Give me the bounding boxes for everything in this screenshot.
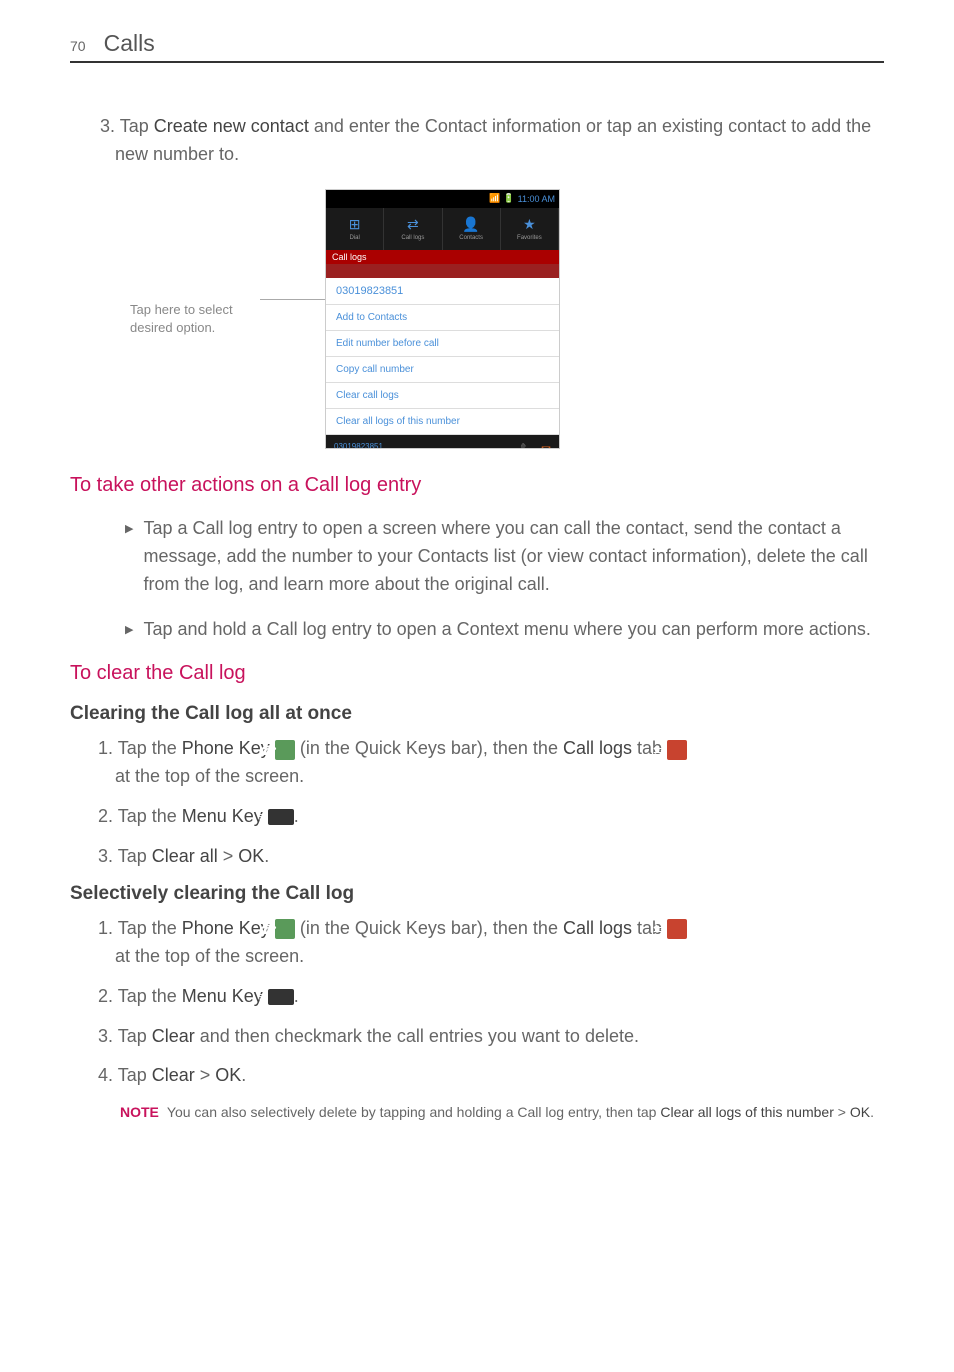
dial-tab[interactable]: ⊞ Dial xyxy=(326,208,384,250)
header-title: Calls xyxy=(104,30,155,57)
annotation-label: Tap here to select desired option. xyxy=(130,301,260,337)
log-icons: 📞 ✉ xyxy=(520,443,551,449)
bullet-arrow-icon: ▶ xyxy=(125,522,133,535)
step-3b: 3. Tap Clear and then checkmark the call… xyxy=(70,1023,884,1051)
step-1b: 1. Tap the Phone Key (in the Quick Keys … xyxy=(70,915,884,971)
favorites-label: Favorites xyxy=(517,235,542,241)
note-block: NOTE You can also selectively delete by … xyxy=(120,1102,884,1123)
bullet-text: Tap a Call log entry to open a screen wh… xyxy=(143,515,884,599)
status-bar: 📶 🔋 11:00 AM xyxy=(326,190,559,208)
bullet-item: ▶ Tap a Call log entry to open a screen … xyxy=(125,515,884,599)
log-entry-text: 03019823851 Received call xyxy=(334,442,383,449)
step-1: 1. Tap the Phone Key (in the Quick Keys … xyxy=(70,735,884,791)
contacts-tab[interactable]: 👤 Contacts xyxy=(443,208,501,250)
step-bold: Create new contact xyxy=(154,116,309,136)
favorites-icon: ★ xyxy=(523,216,536,233)
bracket-icon xyxy=(325,305,330,330)
signal-icon: 📶 xyxy=(489,193,500,204)
step-2b: 2. Tap the Menu Key . xyxy=(70,983,884,1011)
note-label: NOTE xyxy=(120,1102,159,1123)
dial-label: Dial xyxy=(349,235,359,241)
menu-add-contacts[interactable]: Add to Contacts xyxy=(326,305,559,331)
section-take-actions-heading: To take other actions on a Call log entr… xyxy=(70,474,884,497)
time-display: 11:00 AM xyxy=(518,194,555,204)
menu-clear-logs[interactable]: Clear call logs xyxy=(326,383,559,409)
step-2: 2. Tap the Menu Key . xyxy=(70,803,884,831)
bullet-arrow-icon: ▶ xyxy=(125,623,133,636)
calllogs-icon: ⇄ xyxy=(407,216,419,233)
contacts-icon: 👤 xyxy=(462,216,479,233)
phone-screenshot: 📶 🔋 11:00 AM ⊞ Dial ⇄ Call logs 👤 Contacts … xyxy=(325,189,560,449)
phone-icon[interactable]: 📞 xyxy=(520,443,535,449)
menu-clear-all-logs[interactable]: Clear all logs of this number xyxy=(326,409,559,435)
note-text: You can also selectively delete by tappi… xyxy=(167,1102,884,1123)
step-4b: 4. Tap Clear > OK. xyxy=(70,1062,884,1090)
bracket-icon xyxy=(325,409,330,434)
log-entry-1[interactable]: 03019823851 Received call 📞 ✉ xyxy=(326,435,559,449)
mail-icon[interactable]: ✉ xyxy=(541,443,551,449)
favorites-tab[interactable]: ★ Favorites xyxy=(501,208,559,250)
section-clear-log-heading: To clear the Call log xyxy=(70,662,884,685)
dial-icon: ⊞ xyxy=(349,216,361,233)
intro-step: 3. Tap Create new contact and enter the … xyxy=(100,113,884,169)
menu-key-icon xyxy=(268,809,294,825)
battery-icon: 🔋 xyxy=(503,193,514,204)
menu-edit-number[interactable]: Edit number before call xyxy=(326,331,559,357)
phone-tab-bar: ⊞ Dial ⇄ Call logs 👤 Contacts ★ Favorites xyxy=(326,208,559,250)
bracket-icon xyxy=(325,357,330,382)
phone-key-icon xyxy=(275,919,295,939)
calllogs-tab-icon xyxy=(667,740,687,760)
annotation-line xyxy=(260,299,325,300)
subsection-clear-all-heading: Clearing the Call log all at once xyxy=(70,703,884,725)
contacts-label: Contacts xyxy=(459,235,483,241)
bullet-item: ▶ Tap and hold a Call log entry to open … xyxy=(125,616,884,644)
menu-copy-number[interactable]: Copy call number xyxy=(326,357,559,383)
calllogs-tab[interactable]: ⇄ Call logs xyxy=(384,208,442,250)
number-row xyxy=(326,264,559,278)
bullet-text: Tap and hold a Call log entry to open a … xyxy=(143,616,884,644)
step-3: 3. Tap Clear all > OK. xyxy=(70,843,884,871)
step-prefix: Tap xyxy=(120,116,154,136)
number-display: 03019823851 xyxy=(326,278,559,305)
subsection-selective-heading: Selectively clearing the Call log xyxy=(70,883,884,905)
screenshot-container: Tap here to select desired option. 📶 🔋 1… xyxy=(130,189,884,449)
page-header: 70 Calls xyxy=(70,30,884,63)
log-number: 03019823851 xyxy=(334,442,383,449)
calllogs-label: Call logs xyxy=(401,235,424,241)
step-num: 3. xyxy=(100,116,115,136)
calllogs-tab-icon xyxy=(667,919,687,939)
menu-key-icon xyxy=(268,989,294,1005)
page-number: 70 xyxy=(70,38,86,54)
call-logs-section-label: Call logs xyxy=(326,250,559,264)
phone-key-icon xyxy=(275,740,295,760)
